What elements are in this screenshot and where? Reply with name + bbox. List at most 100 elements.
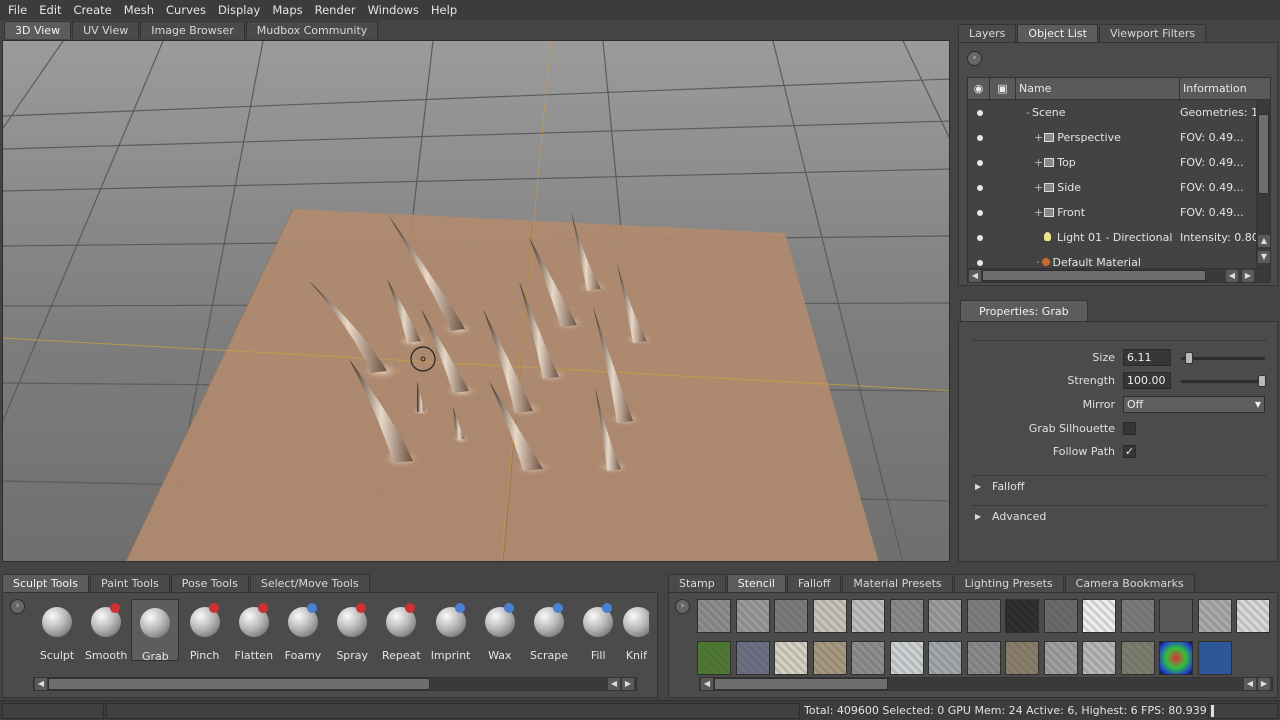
tab-select-move-tools[interactable]: Select/Move Tools [249,574,370,592]
tab-mudbox-community[interactable]: Mudbox Community [245,21,379,39]
tab-uv-view[interactable]: UV View [72,21,140,39]
object-list-row[interactable]: + Front FOV: 0.49... [968,200,1270,225]
visibility-dot-icon[interactable] [977,159,983,166]
visibility-dot-icon[interactable] [977,134,983,141]
tool-knif[interactable]: Knif [623,599,650,661]
object-list-hscrollbar[interactable]: ◀ ◀ ▶ [968,268,1270,282]
menu-curves[interactable]: Curves [160,0,212,20]
menu-display[interactable]: Display [212,0,266,20]
tab-stamp[interactable]: Stamp [668,574,726,592]
object-list-row[interactable]: Light 01 - Directional Intensity: 0.80 [968,225,1270,250]
tool-repeat[interactable]: Repeat [377,599,425,662]
menu-maps[interactable]: Maps [266,0,308,20]
tab-viewport-filters[interactable]: Viewport Filters [1098,24,1207,42]
tool-wax[interactable]: Wax [476,599,524,662]
tab-sculpt-tools[interactable]: Sculpt Tools [2,574,89,592]
visibility-dot-icon[interactable] [977,259,983,266]
info-column-header[interactable]: Information [1180,78,1258,99]
stencil-thumbnail[interactable] [1120,641,1155,675]
tab-image-browser[interactable]: Image Browser [140,21,245,39]
object-list-vscrollbar[interactable]: ▲ ▼ [1256,100,1270,268]
stencil-thumbnail[interactable] [889,641,924,675]
tool-pinch[interactable]: Pinch [181,599,229,662]
tab-camera-bookmarks[interactable]: Camera Bookmarks [1064,574,1195,592]
visibility-dot-icon[interactable] [977,109,983,116]
stencil-thumbnail[interactable] [889,599,924,633]
3d-viewport[interactable] [2,40,950,562]
tool-grab[interactable]: Grab [131,599,180,663]
tab-falloff[interactable]: Falloff [786,574,842,592]
name-column-header[interactable]: Name [1016,78,1180,99]
visibility-dot-icon[interactable] [977,209,983,216]
tab-material-presets[interactable]: Material Presets [842,574,953,592]
tool-sculpt[interactable]: Sculpt [33,599,81,662]
stencil-thumbnail[interactable] [1043,599,1078,633]
stencil-thumbnail[interactable] [1236,599,1270,633]
stencil-thumbnail[interactable] [1005,599,1039,633]
stencil-thumbnail[interactable] [1082,599,1116,633]
visibility-dot-icon[interactable] [977,234,983,241]
size-slider[interactable] [1181,352,1265,364]
stencil-thumbnail[interactable] [851,599,885,633]
tool-tray-options-button[interactable]: › [10,599,25,614]
stamp-tray-options-button[interactable]: › [675,599,690,614]
stencil-thumbnail[interactable] [966,599,1001,633]
tool-foamy[interactable]: Foamy [279,599,327,662]
strength-slider[interactable] [1181,375,1266,387]
stencil-thumbnail[interactable] [1197,641,1232,675]
stencil-thumbnail[interactable] [928,641,962,675]
stencil-thumbnail[interactable] [1043,641,1078,675]
stencil-thumbnail[interactable] [812,599,847,633]
stencil-thumbnail[interactable] [735,641,770,675]
falloff-section-toggle[interactable]: ▶ Falloff [971,475,1267,497]
stencil-thumbnail[interactable] [1159,641,1193,675]
strength-input[interactable]: 100.00 [1123,372,1171,389]
object-list-row[interactable]: - Scene Geometries: 1... [968,100,1270,125]
stencil-thumbnail[interactable] [851,641,885,675]
mirror-dropdown[interactable]: Off ▼ [1123,396,1265,413]
tab-3d-view[interactable]: 3D View [4,21,72,39]
stencil-thumbnail[interactable] [1197,599,1232,633]
menu-create[interactable]: Create [68,0,118,20]
viewport-scene[interactable] [3,41,950,562]
stencil-hscrollbar[interactable]: ◀ ◀ ▶ [699,677,1273,691]
stencil-thumbnail[interactable] [1120,599,1155,633]
follow-path-checkbox[interactable]: ✓ [1123,445,1136,458]
object-list-options-button[interactable]: › [967,50,982,66]
stencil-thumbnail[interactable] [966,641,1001,675]
tab-layers[interactable]: Layers [958,24,1017,42]
object-list-row[interactable]: + Top FOV: 0.49... [968,150,1270,175]
stencil-thumbnail[interactable] [1082,641,1116,675]
stencil-thumbnail[interactable] [774,599,808,633]
visibility-column-eye-icon[interactable]: ◉ [968,78,990,99]
tool-scrape[interactable]: Scrape [525,599,573,662]
stencil-thumbnail[interactable] [1159,599,1193,633]
grab-silhouette-checkbox[interactable] [1123,422,1136,435]
tool-spray[interactable]: Spray [328,599,376,662]
size-input[interactable]: 6.11 [1123,349,1171,366]
menu-mesh[interactable]: Mesh [118,0,160,20]
advanced-section-toggle[interactable]: ▶ Advanced [971,505,1267,527]
stencil-thumbnail[interactable] [1005,641,1039,675]
tool-fill[interactable]: Fill [574,599,622,662]
tools-hscrollbar[interactable]: ◀ ◀ ▶ [33,677,637,691]
tab-properties-grab[interactable]: Properties: Grab [960,300,1088,321]
tool-smooth[interactable]: Smooth [82,599,130,662]
lock-column-lock-icon[interactable]: ▣ [990,78,1016,99]
menu-file[interactable]: File [2,0,33,20]
object-list-row[interactable]: + Perspective FOV: 0.49... [968,125,1270,150]
stencil-thumbnail[interactable] [774,641,808,675]
tab-stencil[interactable]: Stencil [726,574,786,592]
menu-windows[interactable]: Windows [362,0,425,20]
object-list-row[interactable]: + Side FOV: 0.49... [968,175,1270,200]
stencil-thumbnail[interactable] [928,599,962,633]
tab-lighting-presets[interactable]: Lighting Presets [953,574,1064,592]
menu-help[interactable]: Help [425,0,463,20]
stencil-thumbnail[interactable] [735,599,770,633]
stencil-thumbnail[interactable] [812,641,847,675]
tab-object-list[interactable]: Object List [1017,24,1098,42]
stencil-thumbnail[interactable] [697,599,731,633]
stencil-thumbnail[interactable] [697,641,731,675]
menu-edit[interactable]: Edit [33,0,67,20]
tab-pose-tools[interactable]: Pose Tools [170,574,249,592]
